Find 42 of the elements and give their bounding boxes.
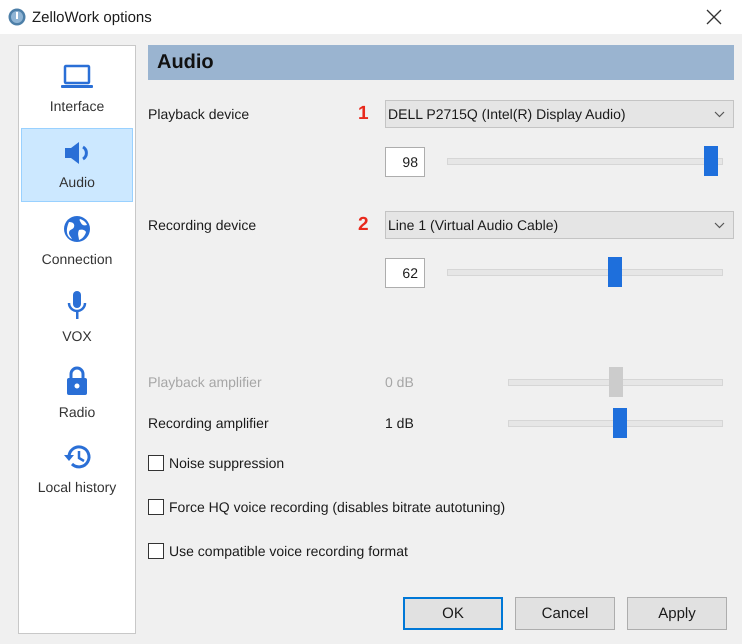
checkbox[interactable] (148, 455, 164, 471)
slider-thumb[interactable] (612, 408, 627, 438)
amplifier-reading: 0 dB (385, 374, 415, 390)
sidebar-item[interactable]: Connection (21, 204, 133, 278)
padlock-icon (65, 366, 89, 396)
section-header: Audio (148, 45, 734, 80)
laptop-icon (60, 64, 94, 90)
checkbox[interactable] (148, 499, 164, 515)
history-icon (62, 443, 92, 471)
dialog-button[interactable]: OK (403, 597, 503, 630)
sidebar-item[interactable]: VOX (21, 280, 133, 354)
slider-thumb[interactable] (704, 146, 718, 176)
dialog-button[interactable]: Cancel (515, 597, 615, 630)
field-label: Recording device (148, 217, 258, 233)
annotation-number: 1 (358, 103, 370, 125)
volume-field[interactable]: 98 (385, 146, 425, 176)
sidebar-item[interactable]: Audio (21, 128, 133, 202)
slider-thumb[interactable] (608, 257, 622, 287)
volume-field[interactable]: 62 (385, 258, 425, 288)
globe-icon (63, 215, 91, 243)
close-icon[interactable] (706, 9, 722, 25)
speaker-icon (63, 140, 91, 166)
field-label: Playback device (148, 106, 250, 122)
window-title: ZelloWork options (32, 8, 153, 26)
dialog-button[interactable]: Apply (627, 597, 727, 630)
microphone-icon (66, 290, 88, 320)
checkbox-label: Force HQ voice recording (disables bitrate autotuning) (169, 499, 506, 515)
annotation-number: 2 (358, 214, 370, 236)
amplifier-reading: 1 dB (385, 415, 415, 431)
checkbox-label: Use compatible voice recording format (169, 543, 408, 559)
chevron-down-icon (714, 110, 725, 118)
sidebar-item[interactable]: Local history (21, 432, 133, 506)
sidebar-item[interactable]: Radio (21, 356, 133, 430)
field-label: Playback amplifier (148, 374, 263, 390)
field-label: Recording amplifier (148, 415, 270, 431)
checkbox[interactable] (148, 543, 164, 559)
device-dropdown[interactable]: DELL P2715Q (Intel(R) Display Audio) (385, 100, 734, 128)
chevron-down-icon (714, 222, 725, 228)
device-dropdown[interactable]: Line 1 (Virtual Audio Cable) (385, 211, 734, 239)
app-logo-icon (8, 8, 26, 26)
sidebar-item[interactable]: Interface (21, 52, 133, 126)
checkbox-label: Noise suppression (169, 455, 284, 471)
